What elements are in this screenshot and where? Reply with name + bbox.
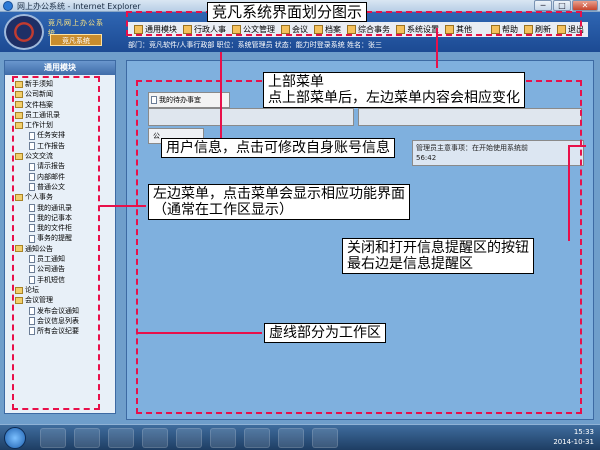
ie-icon: [3, 1, 13, 11]
taskbar-media-icon[interactable]: [108, 428, 134, 448]
annotation-title: 竞凡系统界面划分图示: [207, 2, 368, 22]
annotation-arrow: [138, 332, 262, 334]
start-button[interactable]: [4, 427, 26, 449]
annotation-arrow: [100, 205, 146, 207]
taskbar-app-icon[interactable]: [176, 428, 202, 448]
minimize-button[interactable]: ─: [534, 0, 552, 11]
logo-subtitle: 竞凡系统: [50, 34, 102, 46]
taskbar-app-icon[interactable]: [278, 428, 304, 448]
close-button[interactable]: ✕: [572, 0, 598, 11]
maximize-button[interactable]: □: [553, 0, 571, 11]
clock-time: 15:33: [573, 428, 594, 436]
taskbar-photoshop-icon[interactable]: [312, 428, 338, 448]
user-info[interactable]: 部门：竞凡软件/人事行政部 职位：系统管理员 状态：能力时登录系统 姓名：张三: [128, 40, 588, 51]
annotation-top-menu: 上部菜单 点上部菜单后，左边菜单内容会相应变化: [263, 72, 525, 108]
taskbar-word-icon[interactable]: [244, 428, 270, 448]
taskbar-ie-icon[interactable]: [40, 428, 66, 448]
annotation-arrow: [436, 28, 438, 68]
system-clock[interactable]: 15:33 2014-10-31: [553, 427, 594, 447]
taskbar: 15:33 2014-10-31: [0, 424, 600, 450]
left-menu-title: 通用模块: [5, 61, 115, 75]
annotation-left-menu: 左边菜单，点击菜单会显示相应功能界面 （通常在工作区显示）: [148, 184, 410, 220]
taskbar-app-icon[interactable]: [210, 428, 236, 448]
clock-date: 2014-10-31: [553, 438, 594, 446]
annotation-arrow: [568, 145, 586, 147]
annotation-arrow: [568, 145, 570, 241]
annotation-user-info: 用户信息，点击可修改自身账号信息: [161, 138, 395, 158]
left-menu-highlight: [12, 76, 100, 410]
logo-icon: [4, 14, 44, 50]
window-title: 网上办公系统 - Internet Explorer: [17, 2, 141, 11]
annotation-work-area: 虚线部分为工作区: [264, 323, 386, 343]
annotation-arrow: [220, 52, 222, 138]
taskbar-app-icon[interactable]: [142, 428, 168, 448]
taskbar-folder-icon[interactable]: [74, 428, 100, 448]
annotation-toggle: 关闭和打开信息提醒区的按钮 最右边是信息提醒区: [342, 238, 534, 274]
